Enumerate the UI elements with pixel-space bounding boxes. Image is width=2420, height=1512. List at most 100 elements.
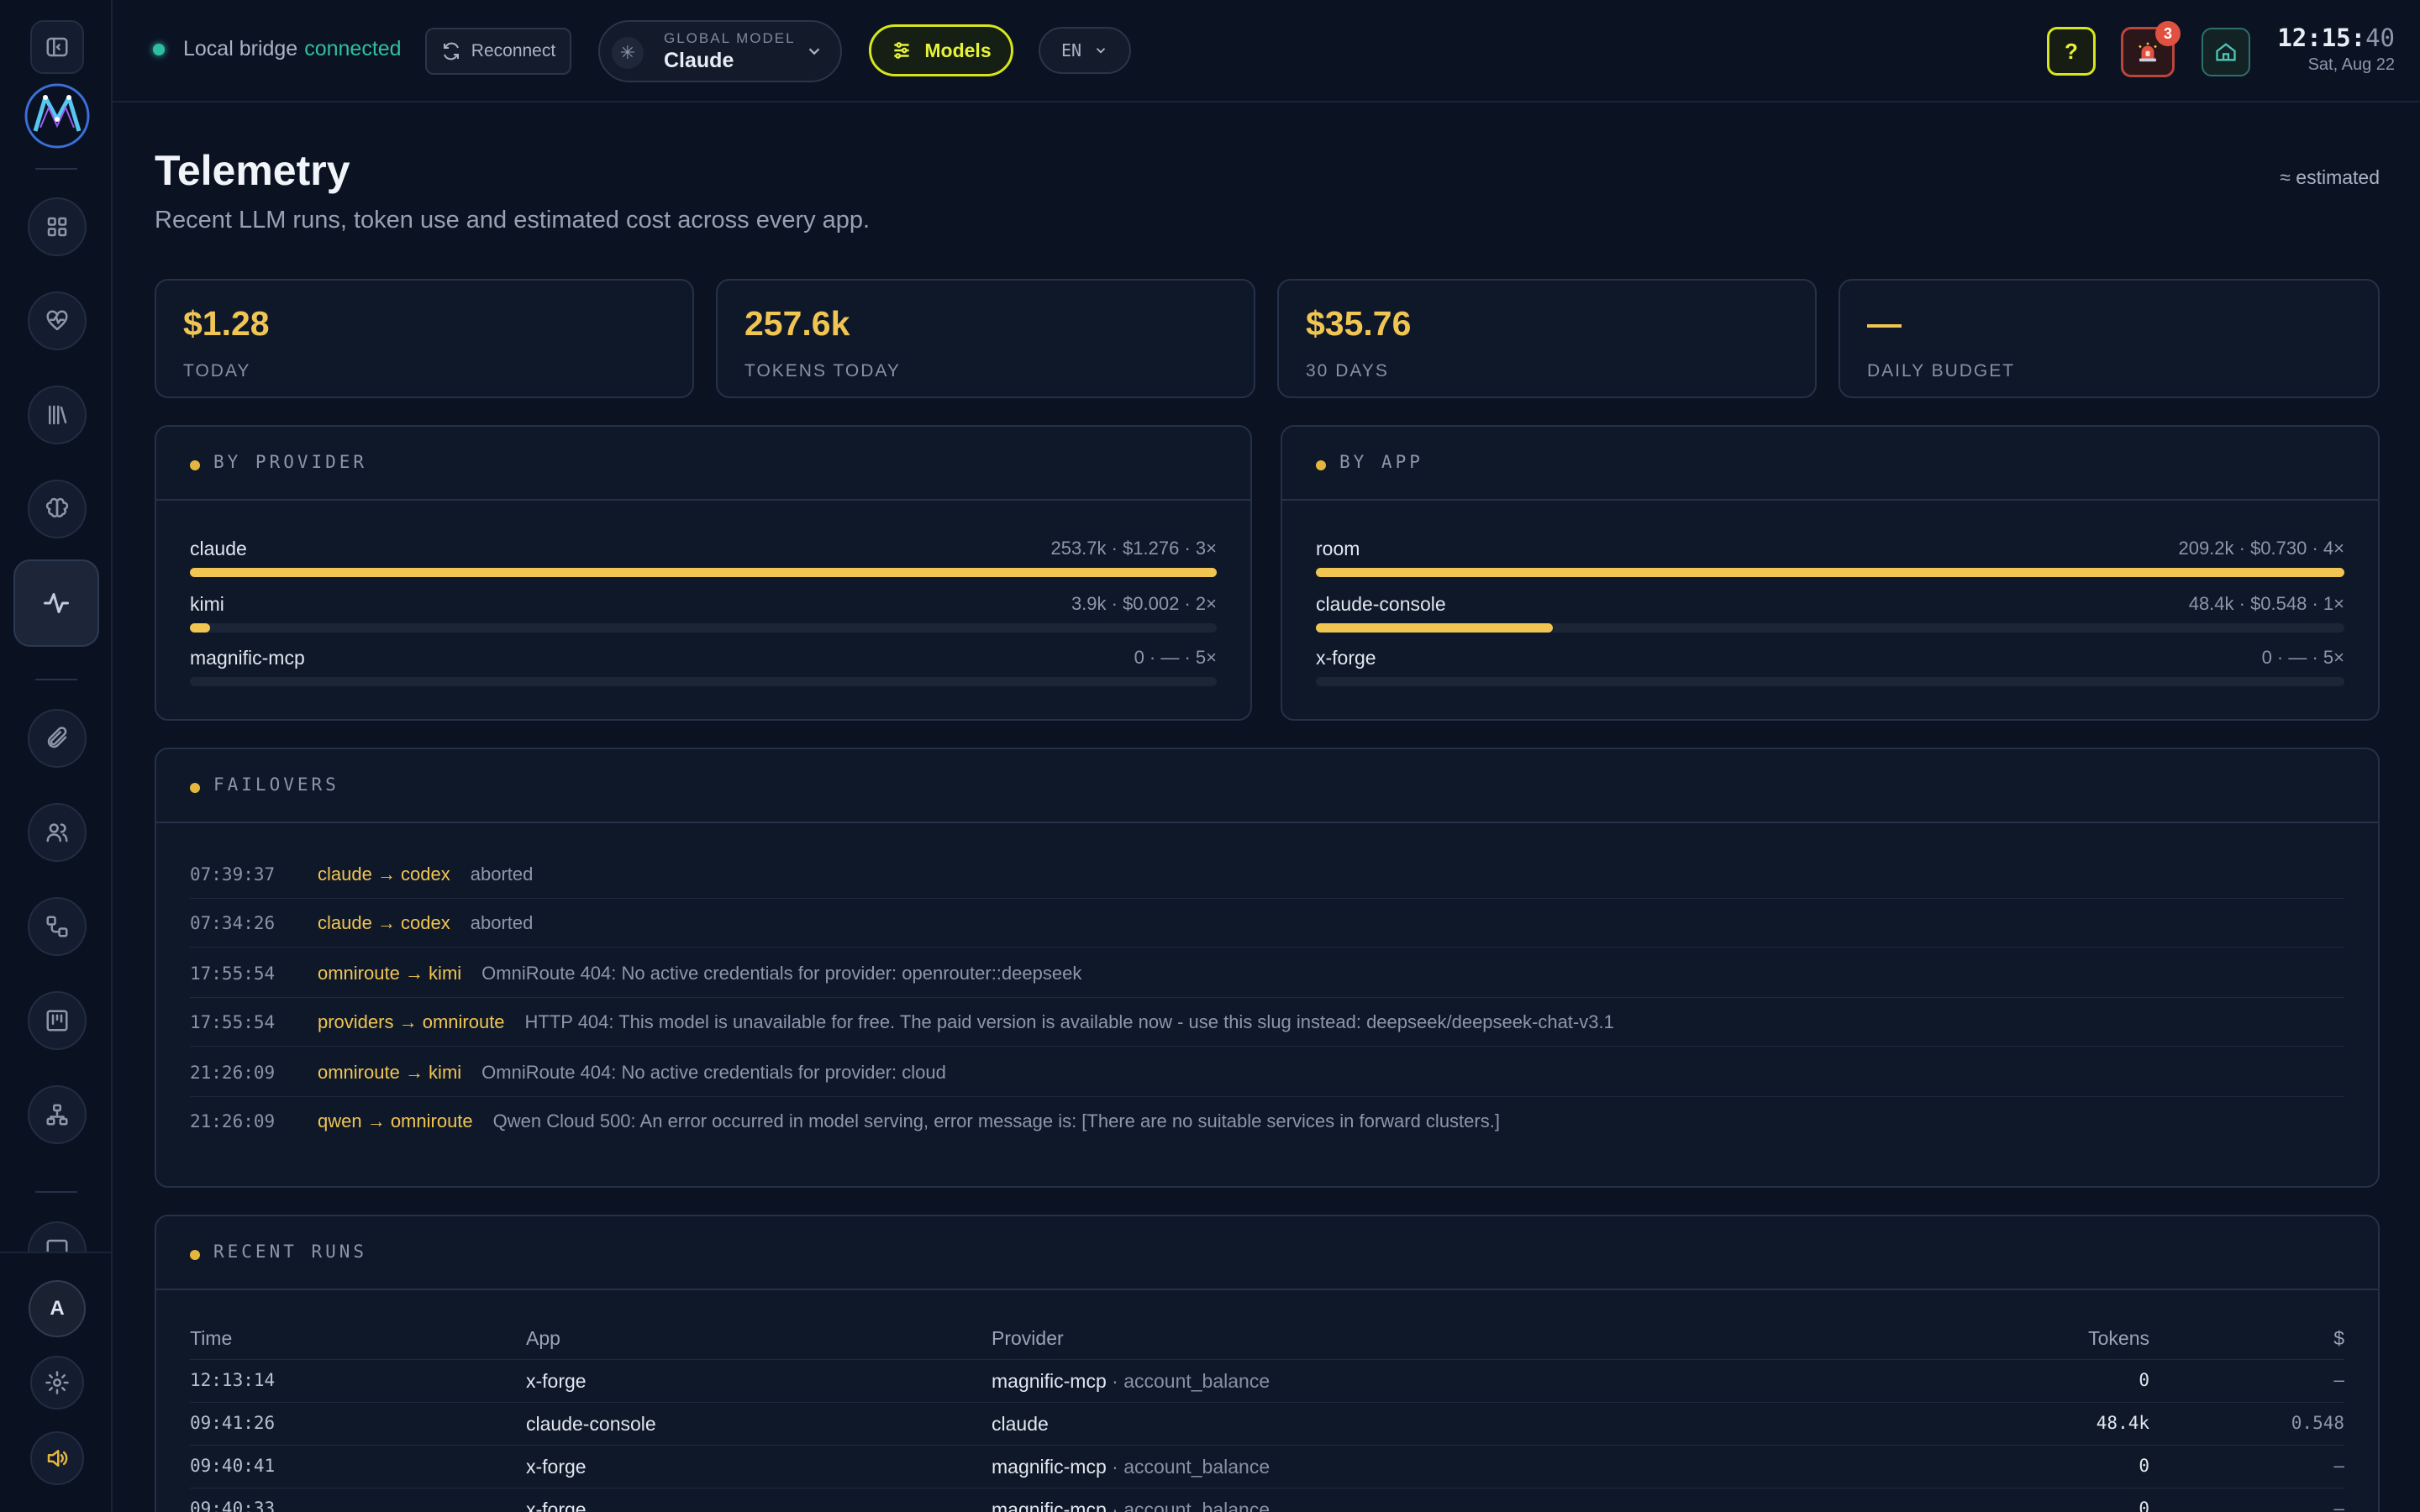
run-cost: — (2333, 1456, 2344, 1476)
stat-value: $35.76 (1306, 304, 1412, 343)
table-row[interactable]: 09:40:41 x-forge magnific-mcp · account_… (190, 1446, 2344, 1488)
runs-table: Time App Provider Tokens $ 12:13:14 x-fo… (190, 1317, 2344, 1512)
provider-meta: 253.7k · $1.276 · 3× (1050, 538, 1217, 559)
failover-time: 07:39:37 (190, 864, 276, 885)
heart-pulse-icon[interactable] (28, 291, 87, 350)
models-label: Models (924, 39, 992, 61)
clock-seconds: 40 (2365, 24, 2395, 52)
home-icon (2216, 43, 2236, 61)
run-provider-tool: · account_balance (1106, 1499, 1270, 1512)
home-button[interactable] (2202, 28, 2250, 76)
failover-message: Qwen Cloud 500: An error occurred in mod… (492, 1110, 1500, 1131)
provider-meta: 0 · — · 5× (1134, 647, 1217, 668)
app-meta: 48.4k · $0.548 · 1× (2188, 593, 2344, 614)
column-header-provider[interactable]: Provider (992, 1327, 1064, 1350)
app-logo[interactable] (22, 82, 92, 150)
panel-header: RECENT RUNS (156, 1216, 2378, 1290)
stat-30-days: $35.76 30 DAYS (1277, 279, 1817, 398)
page-subtitle: Recent LLM runs, token use and estimated… (155, 207, 871, 234)
failover-route: qwen → omniroute (318, 1110, 473, 1131)
network-icon[interactable] (28, 1085, 87, 1144)
bar-fill (190, 568, 1217, 577)
run-app: claude-console (526, 1413, 656, 1435)
run-time: 09:40:33 (190, 1499, 276, 1512)
failover-message: aborted (470, 863, 534, 885)
stat-label: 30 DAYS (1306, 361, 1389, 381)
failover-row: 17:55:54 providers → omniroute HTTP 404:… (190, 998, 2344, 1047)
activity-icon[interactable] (13, 559, 99, 647)
page-title: Telemetry (155, 147, 350, 194)
column-header-app[interactable]: App (526, 1327, 560, 1350)
sparkle-icon: ✳ (612, 37, 644, 69)
run-cost: — (2333, 1370, 2344, 1390)
library-icon[interactable] (28, 386, 87, 444)
kanban-icon[interactable] (28, 991, 87, 1050)
table-row[interactable]: 12:13:14 x-forge magnific-mcp · account_… (190, 1360, 2344, 1403)
provider-name: kimi (190, 593, 224, 615)
app-name: room (1316, 538, 1360, 559)
help-button[interactable]: ? (2047, 27, 2096, 76)
failover-message: OmniRoute 404: No active credentials for… (481, 962, 1082, 984)
divider (35, 679, 77, 680)
run-provider-name: claude (992, 1413, 1049, 1435)
workflow-icon[interactable] (28, 897, 87, 956)
avatar[interactable]: A (29, 1280, 86, 1337)
stat-label: TODAY (183, 361, 251, 381)
column-header-cost[interactable]: $ (2333, 1327, 2344, 1350)
app-meta: 0 · — · 5× (2261, 647, 2344, 668)
clock-hm: 12:15: (2277, 24, 2366, 52)
stat-label: DAILY BUDGET (1867, 361, 2016, 381)
table-row[interactable]: 09:41:26 claude-console claude 48.4k 0.5… (190, 1403, 2344, 1446)
run-cost: — (2333, 1499, 2344, 1512)
failover-time: 07:34:26 (190, 912, 276, 933)
failover-route: providers → omniroute (318, 1011, 505, 1032)
bridge-label: Local bridge (183, 37, 298, 60)
failover-row: 07:39:37 claude → codex aborted (190, 850, 2344, 899)
panel-dot (190, 1250, 200, 1260)
app-row: claude-console 48.4k · $0.548 · 1× (1316, 593, 2344, 638)
failover-message: OmniRoute 404: No active credentials for… (481, 1061, 946, 1083)
paperclip-icon[interactable] (28, 709, 87, 768)
grid-icon[interactable] (28, 197, 87, 256)
provider-row: magnific-mcp 0 · — · 5× (190, 647, 1217, 692)
run-app: x-forge (526, 1370, 587, 1392)
models-button[interactable]: Models (869, 24, 1013, 76)
panel-toggle-icon[interactable] (30, 20, 84, 74)
volume-icon[interactable] (30, 1431, 84, 1485)
monitor-icon[interactable] (28, 1221, 87, 1252)
provider-meta: 3.9k · $0.002 · 2× (1071, 593, 1217, 614)
reconnect-button[interactable]: Reconnect (425, 28, 571, 75)
run-provider: magnific-mcp · account_balance (992, 1499, 1270, 1512)
column-header-tokens[interactable]: Tokens (2088, 1327, 2149, 1350)
panel-header: FAILOVERS (156, 749, 2378, 823)
failover-time: 21:26:09 (190, 1062, 276, 1083)
brain-icon[interactable] (28, 480, 87, 538)
status-dot (153, 43, 165, 55)
bar-track (190, 623, 1217, 633)
language-select[interactable]: EN (1039, 27, 1131, 74)
clock: 12:15:40 Sat, Aug 22 (2277, 24, 2395, 75)
failover-route: claude → codex (318, 863, 450, 885)
provider-name: magnific-mcp (190, 647, 305, 669)
column-header-time[interactable]: Time (190, 1327, 232, 1350)
stat-today: $1.28 TODAY (155, 279, 694, 398)
bar-track (190, 677, 1217, 686)
run-provider: claude (992, 1413, 1049, 1436)
language-value: EN (1060, 40, 1082, 60)
table-row[interactable]: 09:40:33 x-forge magnific-mcp · account_… (190, 1488, 2344, 1512)
run-time: 12:13:14 (190, 1370, 276, 1390)
run-tokens: 0 (2139, 1499, 2149, 1512)
run-app: x-forge (526, 1456, 587, 1478)
bar-track (1316, 677, 2344, 686)
panel-title: BY PROVIDER (213, 452, 368, 472)
siren-icon (2139, 42, 2157, 62)
panel-dot (1316, 460, 1326, 470)
global-model-select[interactable]: ✳ GLOBAL MODEL Claude (598, 20, 842, 82)
settings-icon[interactable] (30, 1356, 84, 1410)
run-provider-name: magnific-mcp (992, 1370, 1107, 1392)
alert-count-badge: 3 (2155, 21, 2181, 46)
users-icon[interactable] (28, 803, 87, 862)
table-header: Time App Provider Tokens $ (190, 1317, 2344, 1360)
alerts-button[interactable]: 3 (2121, 21, 2181, 77)
bridge-status: Local bridge connected (153, 37, 402, 61)
